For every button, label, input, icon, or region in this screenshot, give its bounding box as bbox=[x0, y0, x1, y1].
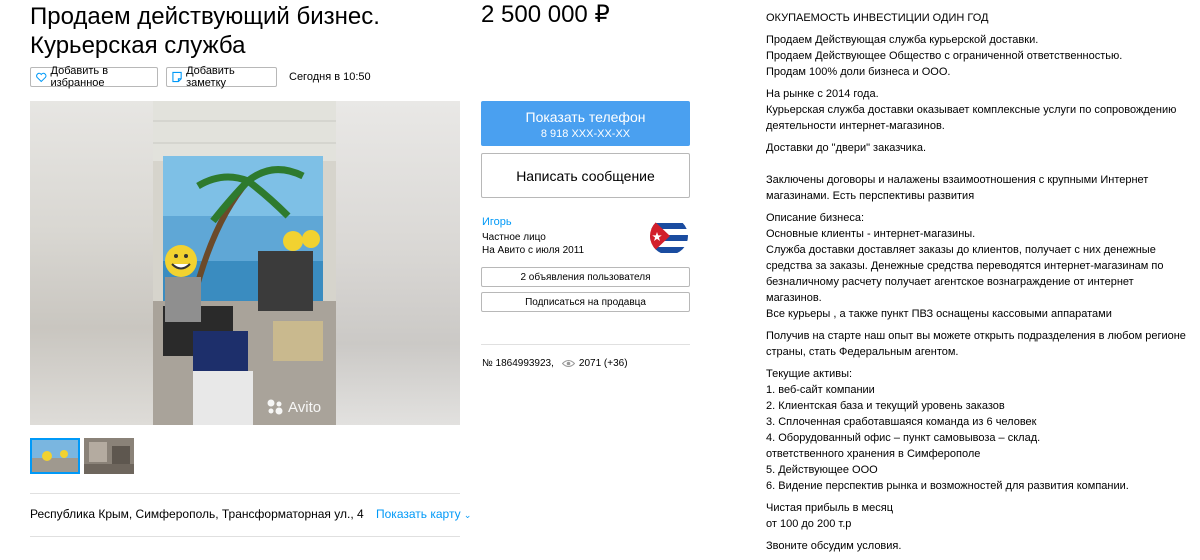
posted-date: Сегодня в 10:50 bbox=[289, 71, 371, 83]
add-to-favorites-label: Добавить в избранное bbox=[50, 65, 109, 89]
description-line: Основные клиенты - интернет-магазины. bbox=[766, 228, 976, 240]
ad-number: № 1864993923, bbox=[482, 358, 554, 369]
description-line: Все курьеры , а также пункт ПВЗ оснащены… bbox=[766, 308, 1112, 320]
description-paragraph: ОКУПАЕМОСТЬ ИНВЕСТИЦИИ ОДИН ГОД bbox=[766, 10, 1186, 26]
user-listings-button[interactable]: 2 объявления пользователя bbox=[481, 267, 690, 287]
description: ОКУПАЕМОСТЬ ИНВЕСТИЦИИ ОДИН ГОД Продаем … bbox=[766, 10, 1186, 560]
description-paragraph: Описание бизнеса: Основные клиенты - инт… bbox=[766, 210, 1186, 322]
avito-logo-icon bbox=[267, 399, 283, 415]
seller-since: На Авито с июля 2011 bbox=[482, 245, 585, 256]
description-paragraph: Текущие активы: 1. веб-сайт компании 2. … bbox=[766, 366, 1186, 494]
listing-meta: № 1864993923, 2071 (+36) bbox=[482, 358, 628, 369]
description-line: страны, стать Федеральным агентом. bbox=[766, 346, 959, 358]
description-line: Описание бизнеса: bbox=[766, 212, 865, 224]
thumbnail-2-image bbox=[84, 438, 134, 474]
description-line: средства за заказы. Денежные средства пе… bbox=[766, 260, 1164, 272]
description-line: 1. веб-сайт компании bbox=[766, 384, 875, 396]
description-line: Курьерская служба доставки оказывает ком… bbox=[766, 104, 1177, 116]
avito-watermark: Avito bbox=[266, 398, 321, 416]
show-phone-button[interactable]: Показать телефон 8 918 XXX-XX-XX bbox=[481, 101, 690, 146]
description-line: магазинами. Есть перспективы развития bbox=[766, 190, 975, 202]
description-line: Получив на старте наш опыт вы можете отк… bbox=[766, 330, 1186, 342]
write-message-label: Написать сообщение bbox=[516, 167, 655, 184]
description-paragraph: Доставки до "двери" заказчика. bbox=[766, 140, 1186, 156]
listing-actions: Добавить в избранное Добавить заметку Се… bbox=[30, 65, 371, 89]
description-line: 5. Действующее ООО bbox=[766, 464, 878, 476]
description-line: ответственного хранения в Симферополе bbox=[766, 448, 981, 460]
description-line: Продам 100% доли бизнеса и ООО. bbox=[766, 66, 951, 78]
add-note-label: Добавить заметку bbox=[186, 65, 235, 89]
description-line bbox=[766, 162, 1186, 172]
description-line: Доставки до "двери" заказчика. bbox=[766, 142, 927, 154]
cuba-flag-avatar-icon bbox=[650, 217, 688, 255]
description-paragraph: На рынке с 2014 года. Курьерская служба … bbox=[766, 86, 1186, 134]
main-photo[interactable] bbox=[153, 101, 336, 425]
thumbnail-2[interactable] bbox=[84, 438, 134, 474]
show-phone-label: Показать телефон bbox=[525, 109, 646, 125]
heart-icon bbox=[36, 72, 47, 82]
thumbnail-strip bbox=[30, 438, 138, 474]
description-line: Служба доставки доставляет заказы до кли… bbox=[766, 244, 1156, 256]
seller-name-link[interactable]: Игорь bbox=[482, 216, 512, 228]
meta-divider bbox=[481, 344, 690, 345]
office-photo bbox=[153, 101, 336, 425]
add-to-favorites-button[interactable]: Добавить в избранное bbox=[30, 65, 158, 89]
description-line: Заключены договоры и налажены взаимоотно… bbox=[766, 174, 1149, 186]
description-line: Звоните обсудим условия. bbox=[766, 540, 902, 552]
description-line: 4. Оборудованный офис – пункт самовывоза… bbox=[766, 432, 1041, 444]
view-count: 2071 (+36) bbox=[578, 358, 628, 369]
thumbnail-1[interactable] bbox=[30, 438, 80, 474]
subscribe-seller-button[interactable]: Подписаться на продавца bbox=[481, 292, 690, 312]
description-line: Текущие активы: bbox=[766, 368, 853, 380]
show-map-link[interactable]: Показать карту ⌄ bbox=[376, 507, 471, 521]
avito-watermark-text: Avito bbox=[288, 398, 322, 416]
description-line: 2. Клиентская база и текущий уровень зак… bbox=[766, 400, 1005, 412]
description-paragraph: Продаем Действующая служба курьерской до… bbox=[766, 32, 1186, 80]
description-line: Продаем Действующая служба курьерской до… bbox=[766, 34, 1039, 46]
address: Республика Крым, Симферополь, Трансформа… bbox=[30, 507, 364, 521]
description-line: деятельности интернет-магазинов. bbox=[766, 120, 945, 132]
add-note-button[interactable]: Добавить заметку bbox=[166, 65, 277, 89]
address-divider-bottom bbox=[30, 536, 460, 537]
gallery-blur-right bbox=[336, 101, 460, 425]
description-line: ОКУПАЕМОСТЬ ИНВЕСТИЦИИ ОДИН ГОД bbox=[766, 12, 989, 24]
photo-gallery[interactable]: Avito bbox=[30, 101, 460, 425]
description-paragraph: Заключены договоры и налажены взаимоотно… bbox=[766, 162, 1186, 204]
description-line: 6. Видение перспектив рынка и возможност… bbox=[766, 480, 1129, 492]
price: 2 500 000 ₽ bbox=[481, 1, 610, 28]
note-icon bbox=[172, 71, 182, 83]
subscribe-seller-label: Подписаться на продавца bbox=[525, 296, 646, 308]
show-map-label: Показать карту bbox=[376, 507, 461, 521]
user-listings-label: 2 объявления пользователя bbox=[520, 271, 651, 283]
description-paragraph: Звоните обсудим условия. bbox=[766, 538, 1186, 554]
seller-type: Частное лицо bbox=[482, 232, 546, 243]
eye-icon bbox=[561, 360, 575, 367]
seller-avatar[interactable] bbox=[650, 217, 688, 255]
address-divider-top bbox=[30, 493, 460, 494]
description-line: На рынке с 2014 года. bbox=[766, 88, 879, 100]
description-line: от 100 до 200 т.р bbox=[766, 518, 852, 530]
description-line: безналичному расчету получает агентское … bbox=[766, 276, 1134, 304]
write-message-button[interactable]: Написать сообщение bbox=[481, 153, 690, 198]
gallery-blur-left bbox=[30, 101, 153, 425]
description-paragraph: Чистая прибыль в месяц от 100 до 200 т.р bbox=[766, 500, 1186, 532]
description-line: 3. Сплоченная сработавшаяся команда из 6… bbox=[766, 416, 1037, 428]
description-line: Чистая прибыль в месяц bbox=[766, 502, 893, 514]
thumbnail-1-image bbox=[32, 440, 78, 472]
description-paragraph: Получив на старте наш опыт вы можете отк… bbox=[766, 328, 1186, 360]
chevron-down-icon: ⌄ bbox=[463, 510, 472, 520]
phone-number-masked: 8 918 XXX-XX-XX bbox=[540, 128, 631, 140]
description-line: Продаем Действующее Общество с ограничен… bbox=[766, 50, 1123, 62]
listing-title: Продаем действующий бизнес. Курьерская с… bbox=[30, 3, 380, 59]
